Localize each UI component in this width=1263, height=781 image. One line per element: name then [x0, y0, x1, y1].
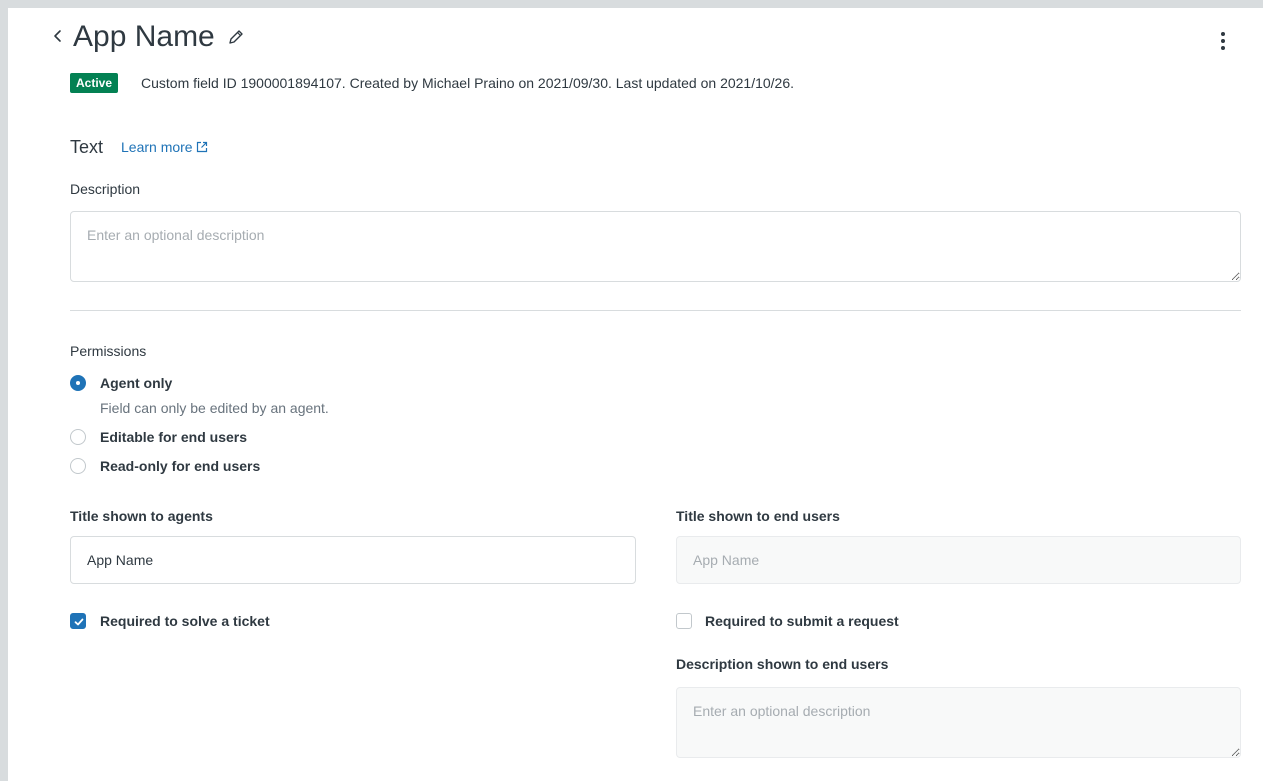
radio-agent-only[interactable]: [70, 375, 86, 391]
checkmark-icon: [74, 618, 84, 626]
divider: [70, 310, 1241, 311]
description-label: Description: [70, 181, 141, 197]
required-submit-checkbox[interactable]: [676, 613, 692, 629]
agent-only-hint: Field can only be edited by an agent.: [100, 400, 329, 416]
field-type-label: Text: [70, 137, 104, 157]
end-user-description-label: Description shown to end users: [676, 656, 889, 672]
required-submit-label[interactable]: Required to submit a request: [705, 612, 899, 630]
custom-field-panel: App Name Active Custom field ID 19000018…: [8, 8, 1263, 781]
agent-title-label: Title shown to agents: [70, 508, 213, 524]
end-user-title-input[interactable]: [676, 536, 1241, 584]
description-textarea[interactable]: [70, 211, 1241, 282]
pencil-icon[interactable]: [227, 28, 245, 46]
kebab-menu-icon[interactable]: [1213, 30, 1233, 52]
required-solve-checkbox[interactable]: [70, 613, 86, 629]
radio-readonly-end-users[interactable]: [70, 458, 86, 474]
radio-editable-end-users-label[interactable]: Editable for end users: [100, 428, 247, 446]
page-title: App Name: [73, 20, 215, 53]
learn-more-link[interactable]: Learn more: [121, 138, 208, 156]
required-solve-label[interactable]: Required to solve a ticket: [100, 612, 270, 630]
radio-editable-end-users[interactable]: [70, 429, 86, 445]
radio-agent-only-label[interactable]: Agent only: [100, 374, 172, 392]
external-link-icon: [196, 141, 207, 153]
end-user-title-label: Title shown to end users: [676, 508, 840, 524]
permissions-label: Permissions: [70, 343, 147, 359]
chevron-left-icon[interactable]: [52, 26, 66, 50]
radio-readonly-end-users-label[interactable]: Read-only for end users: [100, 457, 260, 475]
learn-more-label: Learn more: [121, 139, 193, 155]
status-badge: Active: [70, 73, 119, 93]
field-metadata: Custom field ID 1900001894107. Created b…: [141, 75, 795, 91]
end-user-description-textarea[interactable]: [676, 687, 1241, 758]
agent-title-input[interactable]: [70, 536, 636, 584]
